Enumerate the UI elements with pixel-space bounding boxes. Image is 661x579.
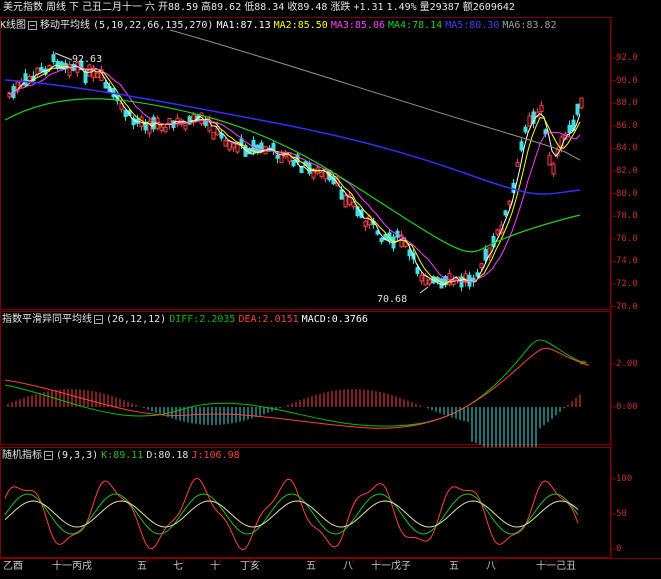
price-tick: 92.0	[616, 53, 638, 63]
candle-body	[547, 154, 552, 166]
candle-body	[311, 171, 316, 179]
candle-body	[183, 124, 188, 130]
time-tick: 十	[210, 561, 220, 572]
candle-body	[235, 143, 240, 153]
candle-body	[379, 237, 384, 243]
candle-body	[483, 248, 488, 261]
candle-body	[515, 162, 520, 167]
time-tick: 乙酉	[3, 561, 23, 572]
time-tick: 五	[137, 561, 147, 572]
candle-body	[427, 279, 432, 285]
candle-body	[319, 172, 324, 178]
stock-chart-window: 美元指数 周线下己丑二月十一六开88.59 高89.62 低88.34 收89.48 涨跌…	[0, 0, 661, 579]
time-tick: 十一丙戌	[52, 561, 92, 572]
candle-body	[211, 131, 216, 140]
candle-body	[343, 194, 348, 208]
price-tick: 86.0	[616, 120, 638, 131]
candle-body	[95, 72, 100, 79]
diff-line	[4, 339, 587, 427]
price-tick: 84.0	[616, 143, 638, 154]
price-tick: 70.0	[616, 301, 638, 312]
time-tick: 七	[173, 561, 183, 572]
time-tick: 五	[449, 561, 459, 572]
candle-body	[363, 220, 368, 227]
candle-body	[575, 103, 580, 115]
candle-body	[159, 126, 164, 132]
price-tick: 90.0	[616, 75, 638, 86]
macd-panel-frame	[0, 311, 611, 445]
high-price-label: 92.63	[72, 54, 103, 65]
candle-body	[507, 200, 512, 205]
macd-tick: 0.00	[616, 402, 638, 412]
ma1-line	[7, 64, 581, 286]
candle-body	[103, 82, 108, 89]
candle-body	[479, 263, 484, 269]
candle-body	[23, 73, 28, 86]
price-tick: 80.0	[616, 188, 638, 199]
price-tick: 78.0	[616, 211, 638, 222]
time-tick: 十一戊子	[371, 561, 411, 572]
candle-body	[35, 67, 40, 75]
candle-body	[83, 71, 88, 84]
candle-body	[231, 143, 236, 149]
candle-body	[279, 153, 284, 164]
candle-body	[223, 140, 228, 147]
low-marker	[419, 286, 429, 294]
candle-body	[579, 97, 584, 109]
chart-canvas[interactable]	[0, 0, 661, 579]
candle-body	[539, 104, 544, 112]
candle-body	[339, 189, 344, 200]
candle-body	[227, 140, 232, 151]
candle-body	[163, 126, 168, 133]
time-tick: 八	[343, 561, 353, 572]
ma5-line	[4, 79, 581, 195]
kdj-tick: 50	[616, 509, 627, 519]
k-line	[4, 493, 579, 535]
time-tick: 十一己丑	[536, 561, 576, 572]
time-tick: 八	[486, 561, 496, 572]
candle-body	[551, 163, 556, 175]
kdj-tick: 100	[616, 474, 633, 484]
time-tick: 丁亥	[240, 561, 260, 572]
price-tick: 72.0	[616, 279, 638, 289]
d-line	[4, 500, 579, 528]
low-price-label: 70.68	[377, 294, 408, 305]
price-tick: 82.0	[616, 166, 638, 176]
candle-body	[567, 124, 572, 134]
candle-body	[275, 154, 280, 159]
candle-body	[423, 275, 428, 286]
candle-body	[415, 267, 420, 275]
high-marker	[54, 52, 73, 61]
candle-body	[419, 274, 424, 282]
candle-body	[291, 159, 296, 167]
candle-body	[407, 249, 412, 257]
time-tick: 五	[306, 561, 316, 572]
candle-body	[519, 141, 524, 151]
candle-body	[527, 115, 532, 127]
j-line	[4, 477, 579, 551]
candle-body	[439, 278, 444, 289]
price-tick: 76.0	[616, 233, 638, 244]
candle-body	[495, 229, 500, 235]
candle-body	[503, 210, 508, 216]
ma6-line	[169, 29, 581, 161]
price-tick: 88.0	[616, 98, 638, 109]
candle-body	[123, 109, 128, 118]
dea-line	[4, 347, 589, 429]
candle-body	[523, 126, 528, 133]
macd-tick: 2.00	[616, 359, 638, 369]
price-tick: 74.0	[616, 256, 638, 267]
candle-body	[51, 54, 56, 62]
kdj-tick: 0	[616, 544, 622, 554]
candle-body	[39, 66, 44, 72]
candle-body	[87, 64, 92, 77]
ma4-line	[4, 98, 581, 253]
